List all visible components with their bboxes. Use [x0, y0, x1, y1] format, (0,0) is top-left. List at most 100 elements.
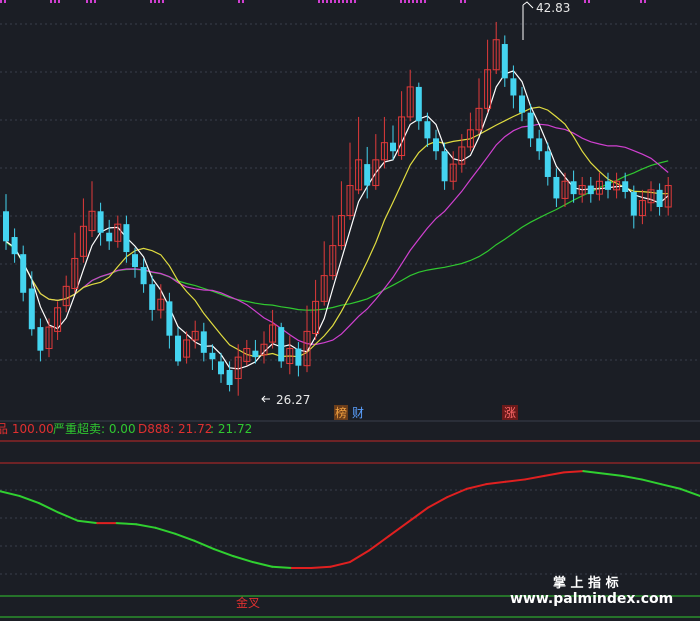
d888-segment — [465, 483, 488, 490]
top-mark — [350, 0, 352, 3]
candle-body-down — [37, 327, 44, 351]
candle-body-down — [97, 211, 104, 233]
watermark-url: www.palmindex.com — [510, 591, 673, 607]
top-mark — [90, 0, 92, 3]
d888-segment — [543, 471, 565, 477]
candle-body-down — [390, 142, 396, 152]
d888-segment — [135, 523, 157, 529]
top-mark — [460, 0, 462, 3]
d888-segment — [251, 561, 274, 568]
d888-segment — [387, 520, 410, 538]
candle-body-down — [140, 267, 147, 285]
d888-segment — [37, 502, 60, 514]
d888-segment — [426, 496, 449, 509]
top-mark — [342, 0, 344, 3]
candle-body-down — [630, 191, 637, 216]
d888-segment — [212, 548, 235, 558]
top-mark — [326, 0, 328, 3]
d888-segment — [349, 549, 371, 564]
top-mark — [54, 0, 56, 3]
top-mark — [412, 0, 414, 3]
watermark-cn: 掌 上 指 标 — [553, 575, 619, 591]
candle-body-down — [656, 189, 663, 207]
top-mark — [162, 0, 164, 3]
top-mark — [424, 0, 426, 3]
candle-body-down — [364, 164, 371, 186]
top-mark — [242, 0, 244, 3]
d888-segment — [368, 535, 390, 552]
candle-body-down — [200, 331, 207, 353]
d888-segment — [76, 519, 99, 525]
top-mark — [94, 0, 96, 3]
candle-body-down — [28, 288, 35, 330]
ma-mid-line — [5, 106, 669, 358]
candle-body-down — [166, 301, 173, 336]
top-mark — [330, 0, 332, 3]
d888-segment — [232, 555, 254, 564]
tag-cai: 财 — [352, 406, 364, 420]
top-mark — [338, 0, 340, 3]
golden-cross-label: 金叉 — [236, 595, 260, 610]
top-mark — [150, 0, 152, 3]
d888-segment — [310, 565, 332, 569]
legend-item-3: D888: 21.72 — [138, 422, 212, 436]
top-mark — [420, 0, 422, 3]
candle-body-down — [278, 327, 285, 362]
candle-body-down — [527, 112, 534, 139]
candle-body-down — [132, 254, 138, 268]
top-mark — [58, 0, 60, 3]
d888-indicator-line — [0, 470, 700, 569]
grid-lines — [0, 23, 700, 575]
d888-segment — [582, 470, 604, 475]
candle-body-down — [544, 151, 551, 177]
min-price-label: 26.27 — [276, 393, 310, 407]
d888-segment — [329, 561, 351, 568]
candle-body-down — [536, 138, 543, 152]
top-mark — [154, 0, 156, 3]
candle-body-down — [295, 348, 302, 366]
d888-segment — [154, 526, 176, 535]
candle-body-down — [175, 335, 181, 362]
top-mark — [404, 0, 406, 3]
d888-segment — [485, 480, 507, 486]
candle-body-down — [433, 138, 439, 152]
candle-body-down — [441, 151, 448, 182]
d888-segment — [0, 490, 21, 497]
d888-segment — [640, 478, 663, 486]
candle-body-down — [20, 254, 27, 293]
top-mark — [158, 0, 160, 3]
d888-segment — [57, 511, 79, 522]
candle-body-down — [149, 284, 156, 310]
ma-fast-line — [5, 70, 669, 370]
top-mark — [408, 0, 410, 3]
d888-segment — [601, 472, 624, 477]
candle-body-down — [106, 232, 113, 242]
candle-body-down — [209, 352, 216, 360]
top-mark — [354, 0, 356, 3]
candlestick-series — [3, 21, 672, 396]
candle-body-down — [252, 350, 259, 358]
d888-segment — [660, 483, 682, 490]
tag-zhang: 涨 — [504, 405, 516, 420]
d888-segment — [193, 539, 215, 551]
top-mark — [346, 0, 348, 3]
top-mark — [644, 0, 646, 3]
legend-item-2: 严重超卖: 0.00 — [53, 421, 136, 436]
max-price-arrow — [522, 1, 534, 9]
d888-segment — [504, 478, 526, 483]
d888-segment — [407, 506, 429, 523]
candle-body-down — [226, 369, 233, 385]
top-mark — [4, 0, 6, 3]
candle-body-down — [622, 181, 629, 192]
candle-body-down — [3, 211, 9, 242]
candle-body-down — [587, 185, 594, 195]
max-price-label: 42.83 — [536, 1, 570, 15]
top-mark — [400, 0, 402, 3]
d888-segment — [524, 474, 546, 481]
legend-item-4: : 21.72 — [210, 422, 252, 436]
top-mark — [334, 0, 336, 3]
ma-slow-line — [5, 123, 669, 346]
top-mark — [588, 0, 590, 3]
top-mark — [584, 0, 586, 3]
top-mark — [318, 0, 320, 3]
